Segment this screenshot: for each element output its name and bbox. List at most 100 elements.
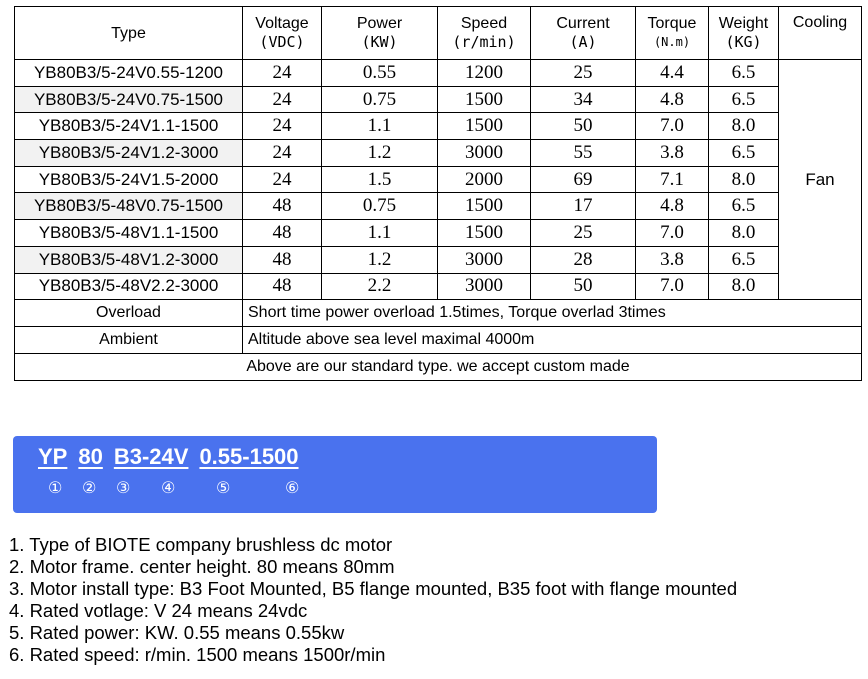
cell-current: 50	[530, 112, 636, 141]
footer-row: Above are our standard type. we accept c…	[14, 353, 862, 382]
note-item: 1. Type of BIOTE company brushless dc mo…	[9, 534, 393, 555]
model-code-banner: YP 80 B3-24V 0.55-1500 ① ② ③ ④ ⑤ ⑥	[13, 436, 657, 513]
cell-weight: 6.5	[708, 139, 779, 167]
cell-current: 25	[530, 219, 636, 247]
marker-5: ⑤	[216, 478, 231, 497]
cell-voltage: 24	[242, 165, 322, 194]
header-speed: Speed (r/min)	[437, 6, 531, 60]
note-item: 4. Rated votlage: V 24 means 24vdc	[9, 600, 308, 621]
cell-power: 0.75	[321, 192, 438, 221]
cell-current: 55	[530, 139, 636, 167]
cell-voltage: 48	[242, 245, 322, 274]
marker-1: ①	[48, 478, 63, 497]
cell-torque: 7.0	[635, 112, 709, 141]
header-torque: Torque (N.m)	[635, 6, 709, 60]
ambient-row: Ambient Altitude above sea level maximal…	[14, 326, 862, 355]
cell-speed: 1500	[437, 192, 531, 221]
marker-6: ⑥	[285, 478, 300, 497]
cell-current: 69	[530, 165, 636, 194]
table-row: YB80B3/5-24V0.75-1500 24 0.75 1500 34 4.8 6.5	[14, 85, 862, 114]
cell-torque: 7.0	[635, 219, 709, 247]
table-row: YB80B3/5-24V0.55-1200 24 0.55 1200 25 4.4 6.5 F…	[14, 58, 862, 301]
header-weight: Weight (KG)	[708, 6, 779, 60]
cell-power: 1.5	[321, 165, 438, 194]
cell-voltage: 24	[242, 112, 322, 141]
cell-speed: 2000	[437, 165, 531, 194]
header-type: Type	[14, 6, 243, 60]
cell-voltage: 48	[242, 219, 322, 247]
model-code-notes: 1. Type of BIOTE company brushless dc mo…	[9, 534, 737, 666]
cell-current: 25	[530, 59, 636, 87]
cell-power: 1.2	[321, 245, 438, 274]
cell-weight: 6.5	[708, 85, 779, 114]
cell-weight: 6.5	[708, 59, 779, 87]
cell-weight: 8.0	[708, 112, 779, 141]
table-row: YB80B3/5-48V2.2-3000 48 2.2 3000 50 7.0 8.0	[14, 272, 862, 301]
cell-voltage: 24	[242, 139, 322, 167]
cell-power: 1.2	[321, 139, 438, 167]
cell-torque: 7.0	[635, 272, 709, 301]
table-header-row: Type Voltage (VDC) Power (KW) Speed (r/min)…	[14, 6, 862, 60]
note-item: 5. Rated power: KW. 0.55 means 0.55kw	[9, 622, 345, 643]
cell-torque: 3.8	[635, 245, 709, 274]
cooling-value: Fan	[778, 58, 862, 301]
cell-torque: 7.1	[635, 165, 709, 194]
marker-2: ②	[82, 478, 97, 497]
motor-spec-table: Type Voltage (VDC) Power (KW) Speed (r/min)…	[14, 6, 862, 382]
header-cooling: Cooling	[778, 6, 862, 60]
table-row: YB80B3/5-24V1.1-1500 24 1.1 1500 50 7.0 8.0	[14, 112, 862, 141]
cell-current: 28	[530, 245, 636, 274]
overload-label: Overload	[14, 299, 243, 328]
cell-speed: 1500	[437, 112, 531, 141]
cell-torque: 3.8	[635, 139, 709, 167]
note-item: 2. Motor frame. center height. 80 means …	[9, 556, 395, 577]
cell-power: 1.1	[321, 219, 438, 247]
code-segment-series: YP	[38, 444, 68, 469]
code-segment-frame: 80	[78, 444, 103, 469]
ambient-label: Ambient	[14, 326, 243, 355]
cell-voltage: 24	[242, 85, 322, 114]
cell-power: 0.75	[321, 85, 438, 114]
cell-speed: 1500	[437, 85, 531, 114]
cell-type: YB80B3/5-48V2.2-3000	[14, 272, 243, 301]
cell-weight: 8.0	[708, 272, 779, 301]
cell-voltage: 48	[242, 272, 322, 301]
cell-speed: 3000	[437, 272, 531, 301]
table-row: YB80B3/5-48V1.1-1500 48 1.1 1500 25 7.0 8.0	[14, 219, 862, 247]
table-row: YB80B3/5-48V1.2-3000 48 1.2 3000 28 3.8 6.5	[14, 245, 862, 274]
cell-current: 17	[530, 192, 636, 221]
cell-speed: 3000	[437, 245, 531, 274]
cell-type: YB80B3/5-24V1.1-1500	[14, 112, 243, 141]
table-row: YB80B3/5-48V0.75-1500 48 0.75 1500 17 4.8 6.5	[14, 192, 862, 221]
marker-4: ④	[161, 478, 176, 497]
cell-power: 0.55	[321, 59, 438, 87]
cell-speed: 1500	[437, 219, 531, 247]
cell-voltage: 48	[242, 192, 322, 221]
overload-row: Overload Short time power overload 1.5ti…	[14, 299, 862, 328]
table-row: YB80B3/5-24V1.2-3000 24 1.2 3000 55 3.8 6.5	[14, 139, 862, 167]
table-row: YB80B3/5-24V1.5-2000 24 1.5 2000 69 7.1 8.0	[14, 165, 862, 194]
header-power: Power (KW)	[321, 6, 438, 60]
cell-torque: 4.4	[635, 59, 709, 87]
cell-type: YB80B3/5-48V1.1-1500	[14, 219, 243, 247]
marker-3: ③	[116, 478, 131, 497]
cell-power: 1.1	[321, 112, 438, 141]
cell-voltage: 24	[242, 59, 322, 87]
cell-torque: 4.8	[635, 192, 709, 221]
model-code: YP 80 B3-24V 0.55-1500	[38, 444, 299, 470]
cell-type: YB80B3/5-48V0.75-1500	[14, 192, 243, 221]
footer-note: Above are our standard type. we accept c…	[14, 353, 862, 382]
header-current: Current (A)	[530, 6, 636, 60]
cell-current: 50	[530, 272, 636, 301]
cell-type: YB80B3/5-24V0.55-1200	[14, 59, 243, 87]
cell-weight: 6.5	[708, 192, 779, 221]
code-segment-install-voltage: B3-24V	[113, 444, 189, 469]
overload-text: Short time power overload 1.5times, Torq…	[242, 299, 862, 328]
cell-type: YB80B3/5-48V1.2-3000	[14, 245, 243, 274]
cell-power: 2.2	[321, 272, 438, 301]
note-item: 3. Motor install type: B3 Foot Mounted, …	[9, 578, 738, 599]
cell-type: YB80B3/5-24V0.75-1500	[14, 85, 243, 114]
cell-speed: 3000	[437, 139, 531, 167]
ambient-text: Altitude above sea level maximal 4000m	[242, 326, 862, 355]
cell-type: YB80B3/5-24V1.2-3000	[14, 139, 243, 167]
